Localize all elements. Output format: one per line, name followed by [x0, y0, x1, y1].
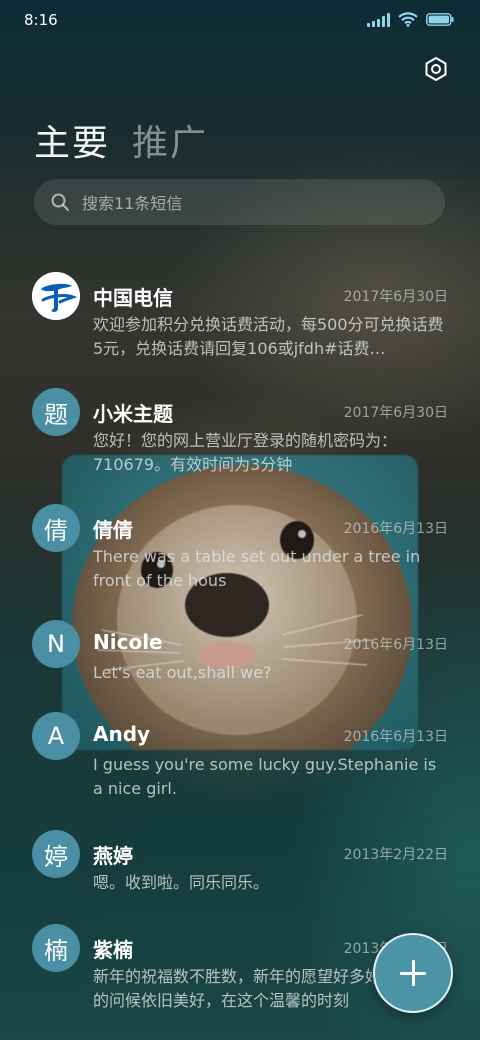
conversation-item[interactable]: A Andy 2016年6月13日 I guess you're some lu… — [0, 712, 480, 812]
wifi-icon — [398, 12, 418, 27]
sender-name: 紫楠 — [93, 938, 133, 962]
battery-icon — [426, 13, 454, 26]
message-date: 2016年6月13日 — [343, 521, 448, 537]
avatar: 婷 — [32, 830, 80, 878]
settings-icon[interactable] — [423, 56, 449, 82]
message-preview: I guess you're some lucky guy.Stephanie … — [93, 755, 437, 798]
search-placeholder: 搜索11条短信 — [82, 194, 183, 213]
conversation-item[interactable]: 倩 倩倩 2016年6月13日 There was a table set ou… — [0, 504, 480, 604]
avatar: A — [32, 712, 80, 760]
conversation-item[interactable]: 中国电信 2017年6月30日 欢迎参加积分兑换话费活动，每500分可兑换话费5… — [0, 272, 480, 372]
search-input[interactable]: 搜索11条短信 — [34, 179, 445, 225]
search-icon — [51, 193, 69, 211]
sender-name: 小米主题 — [93, 402, 173, 426]
message-date: 2017年6月30日 — [343, 405, 448, 421]
china-telecom-logo-icon — [32, 272, 80, 320]
sender-name: Andy — [93, 722, 151, 746]
tab-primary[interactable]: 主要 — [34, 114, 110, 166]
avatar: N — [32, 620, 80, 668]
message-preview: 欢迎参加积分兑换话费活动，每500分可兑换话费5元，兑换话费请回复106或jfd… — [93, 315, 444, 358]
message-preview: 嗯。收到啦。同乐同乐。 — [93, 873, 270, 892]
conversation-item[interactable]: 题 小米主题 2017年6月30日 您好！您的网上营业厅登录的随机密码为：710… — [0, 388, 480, 488]
status-bar: 8:16 — [0, 0, 480, 40]
plus-icon — [400, 960, 426, 986]
sender-name: 倩倩 — [93, 518, 133, 542]
sender-name: 燕婷 — [93, 844, 133, 868]
category-tabs: 主要 推广 — [34, 114, 208, 166]
new-message-button[interactable] — [373, 933, 453, 1013]
avatar: 题 — [32, 388, 80, 436]
status-time: 8:16 — [24, 11, 58, 29]
conversation-item[interactable]: N Nicole 2016年6月13日 Let's eat out,shall … — [0, 620, 480, 720]
sender-name: 中国电信 — [93, 286, 173, 310]
message-date: 2013年2月22日 — [343, 847, 448, 863]
message-date: 2016年6月13日 — [343, 637, 448, 653]
message-preview: Let's eat out,shall we? — [93, 663, 272, 682]
message-date: 2017年6月30日 — [343, 289, 448, 305]
sender-name: Nicole — [93, 630, 163, 654]
avatar — [32, 272, 80, 320]
signal-icon — [367, 12, 390, 27]
tab-promotions[interactable]: 推广 — [132, 114, 208, 166]
message-date: 2016年6月13日 — [343, 729, 448, 745]
avatar: 倩 — [32, 504, 80, 552]
conversation-item[interactable]: 婷 燕婷 2013年2月22日 嗯。收到啦。同乐同乐。 — [0, 830, 480, 930]
avatar: 楠 — [32, 924, 80, 972]
message-preview: There was a table set out under a tree i… — [93, 547, 421, 590]
message-preview: 您好！您的网上营业厅登录的随机密码为：710679。有效时间为3分钟 — [93, 431, 398, 474]
status-icons — [367, 12, 454, 27]
